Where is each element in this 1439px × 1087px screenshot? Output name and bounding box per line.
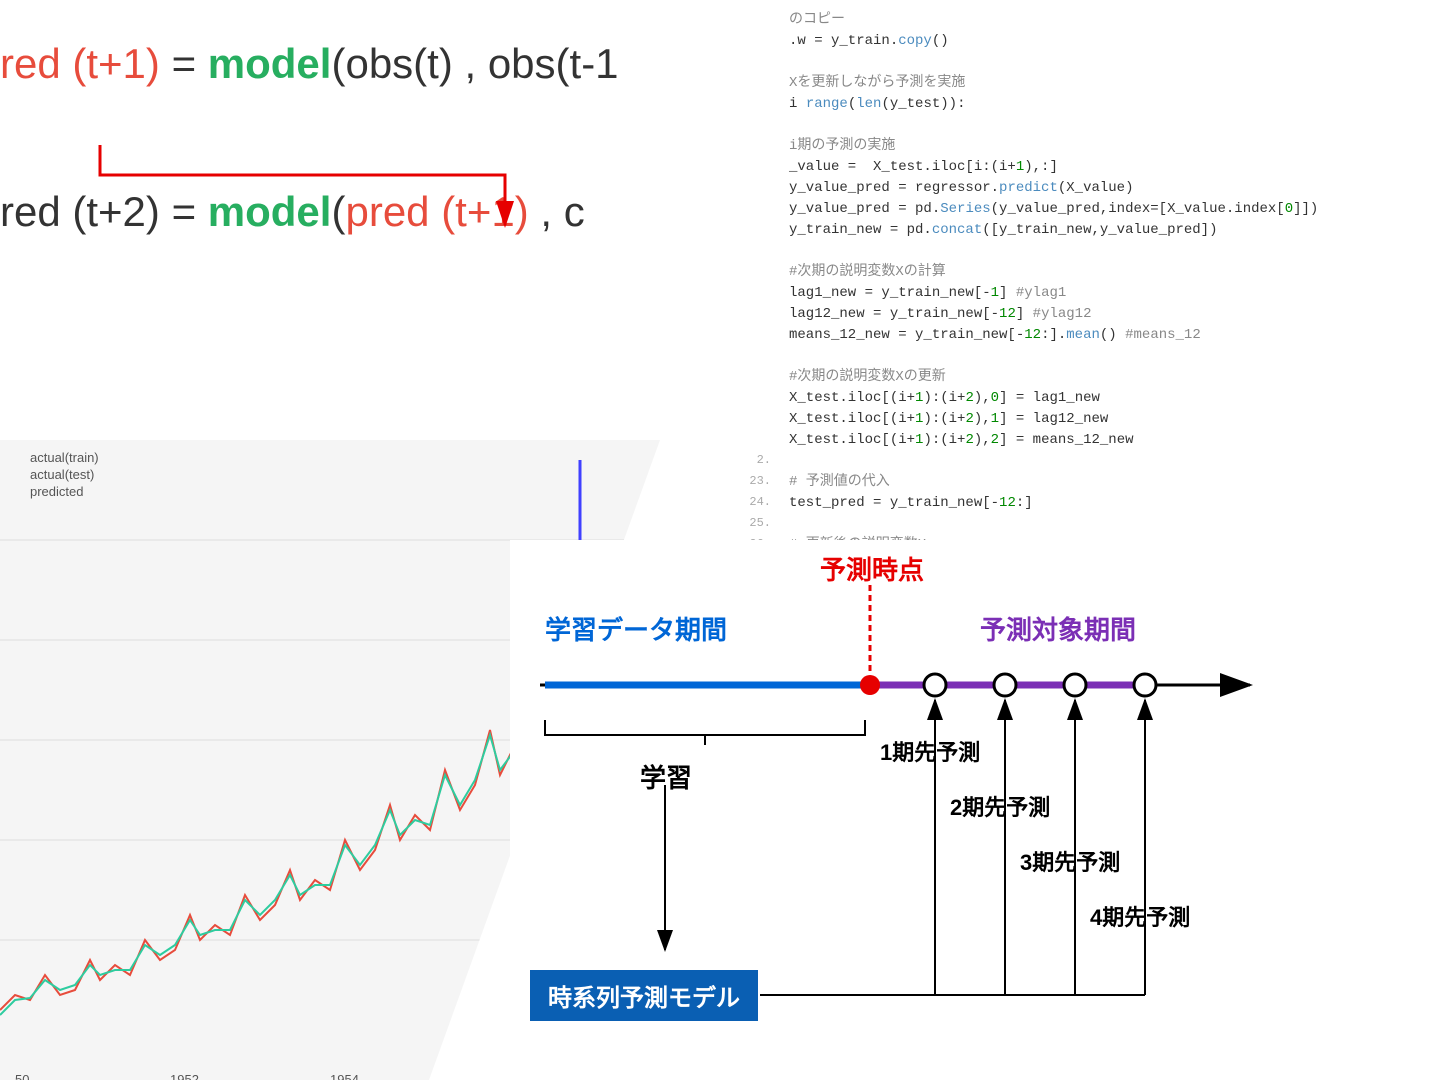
model-kw-1: model [208, 40, 332, 87]
recursive-arrow [90, 145, 520, 240]
formula-line-1: red (t+1) = model(obs(t) , obs(t-1 [0, 40, 700, 88]
timeline-diagram: 予測時点 学習データ期間 予測対象期間 学習 1期先予測 [510, 540, 1439, 1080]
label-step2: 2期先予測 [950, 790, 1050, 822]
label-step4: 4期先予測 [1090, 900, 1190, 932]
label-learn: 学習 [640, 758, 692, 795]
pred-t1: red (t+1) [0, 40, 160, 87]
code-block: のコピー .w = y_train.copy() Xを更新しながら予測を実施 i… [729, 0, 1439, 577]
formula-area: red (t+1) = model(obs(t) , obs(t-1 red (… [0, 40, 700, 236]
model-box: 時系列予測モデル [530, 970, 758, 1021]
label-step1: 1期先予測 [880, 735, 980, 767]
label-step3: 3期先予測 [1020, 845, 1120, 877]
